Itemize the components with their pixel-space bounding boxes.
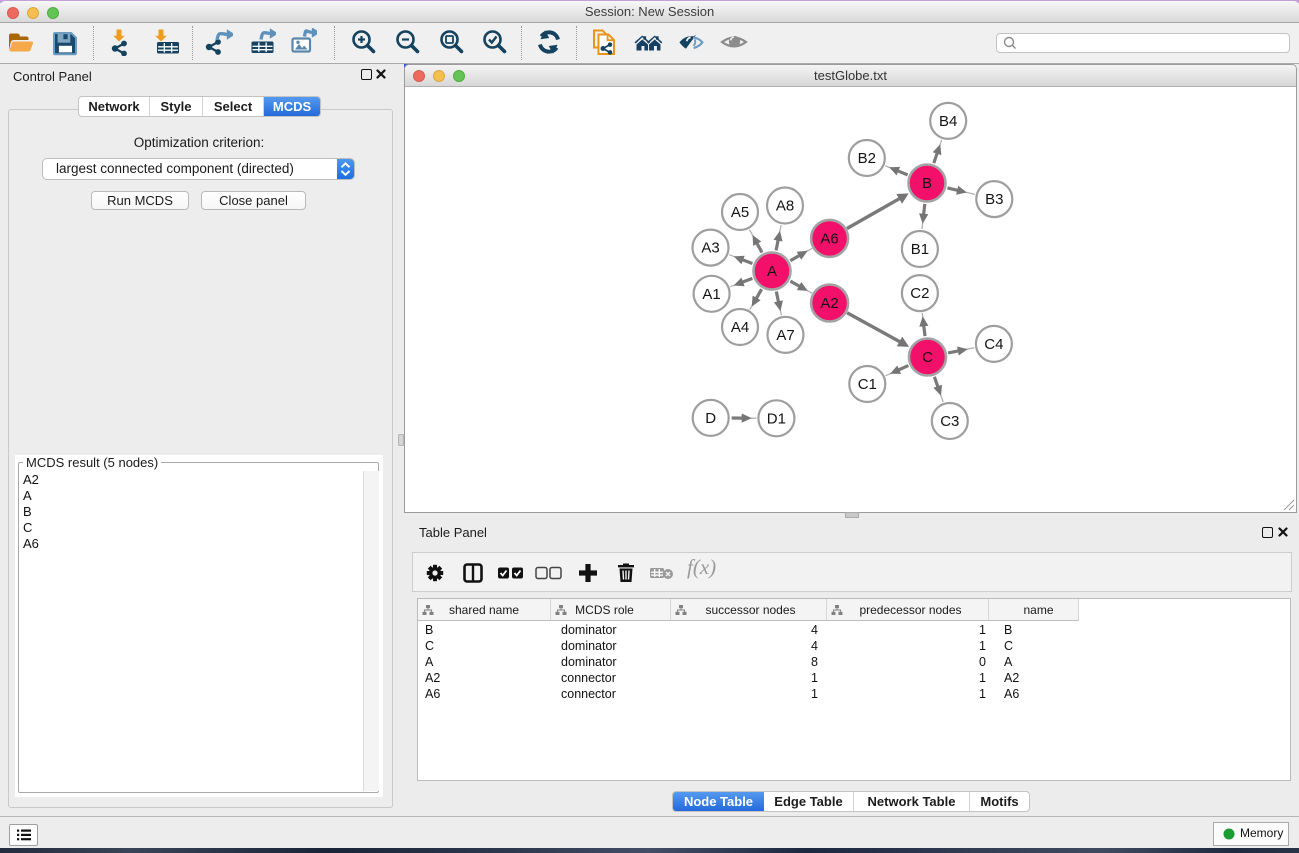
svg-text:D: D — [705, 410, 716, 427]
svg-text:B: B — [922, 175, 932, 192]
svg-text:D1: D1 — [767, 410, 786, 427]
svg-text:A7: A7 — [776, 327, 794, 344]
svg-text:C2: C2 — [910, 285, 929, 302]
svg-text:A: A — [767, 263, 777, 280]
svg-text:B4: B4 — [939, 113, 957, 130]
svg-text:C: C — [922, 349, 933, 366]
svg-text:B3: B3 — [985, 191, 1003, 208]
svg-text:B1: B1 — [911, 241, 929, 258]
svg-text:A4: A4 — [731, 319, 749, 336]
svg-text:A1: A1 — [702, 286, 720, 303]
svg-text:A2: A2 — [820, 295, 838, 312]
svg-text:C4: C4 — [984, 336, 1003, 353]
svg-text:A3: A3 — [701, 240, 719, 257]
svg-text:C3: C3 — [940, 413, 959, 430]
svg-text:A6: A6 — [820, 230, 838, 247]
svg-text:A5: A5 — [731, 204, 749, 221]
svg-text:C1: C1 — [858, 376, 877, 393]
svg-text:A8: A8 — [776, 198, 794, 215]
svg-text:B2: B2 — [858, 150, 876, 167]
